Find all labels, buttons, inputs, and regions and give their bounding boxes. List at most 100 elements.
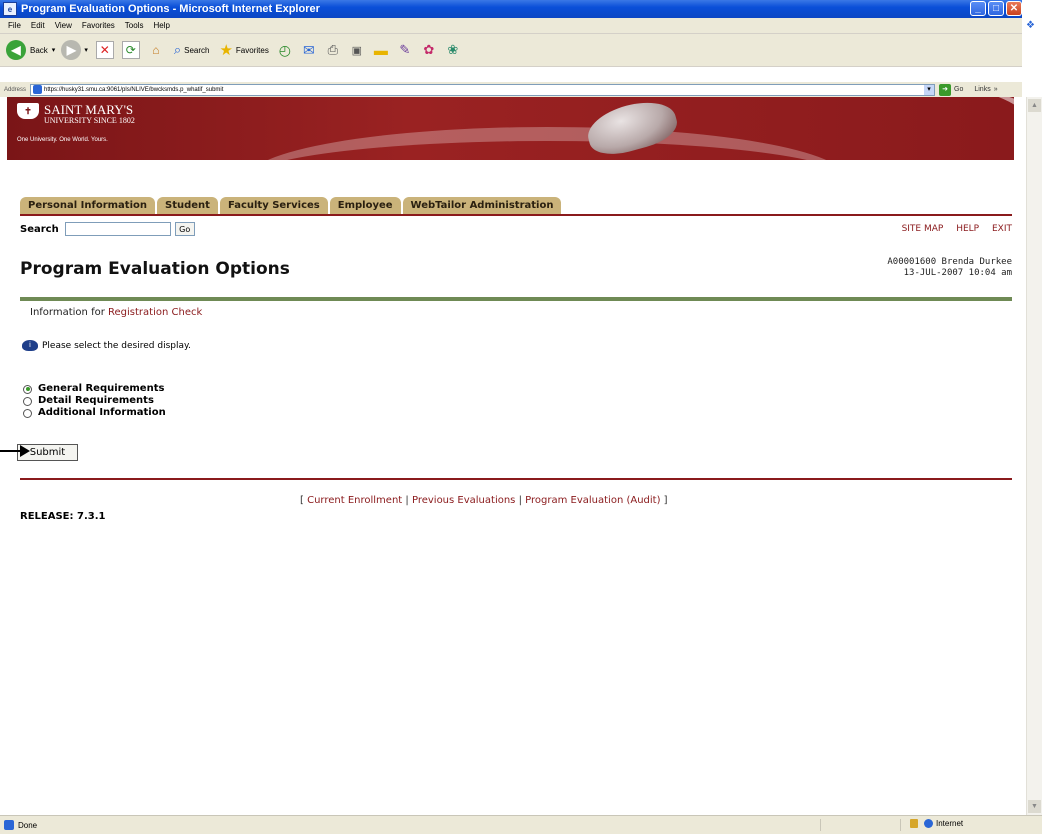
page-done-icon [4,820,14,830]
go-area: ➜ Go Links » [939,83,998,96]
option-general-requirements[interactable]: General Requirements [23,383,166,395]
maximize-button[interactable]: □ [988,1,1004,16]
tab-webtailor-administration[interactable]: WebTailor Administration [402,197,562,214]
research-icon[interactable]: ✎ [397,42,413,58]
stop-icon[interactable]: ✕ [95,41,114,59]
window-titlebar: e Program Evaluation Options - Microsoft… [0,0,1022,18]
tab-employee[interactable]: Employee [329,197,401,214]
minimize-button[interactable]: _ [970,1,986,16]
info-line: Information for Registration Check [30,307,202,318]
mail-icon[interactable]: ✉ [301,42,317,58]
search-go-button[interactable]: Go [174,222,195,236]
tab-faculty-services[interactable]: Faculty Services [219,197,328,214]
header-banner: ✝ SAINT MARY'S UNIVERSITY SINCE 1802 One… [7,97,1014,160]
address-label: Address [4,86,27,93]
logo-name: SAINT MARY'S [44,102,134,117]
favorites-button[interactable]: ★ Favorites [219,41,268,59]
pointer-arrow-icon [20,445,30,457]
favorites-label: Favorites [235,45,269,55]
logo-subtitle: UNIVERSITY SINCE 1802 [44,116,135,125]
back-label: Back [30,45,48,55]
ie-icon: e [3,2,17,16]
links-chevron-icon[interactable]: » [994,86,998,93]
search-button[interactable]: ⌕ Search [174,42,210,58]
page-icon [33,85,43,94]
option-additional-information[interactable]: Additional Information [23,407,166,419]
menu-favorites[interactable]: Favorites [82,21,115,30]
favorites-star-icon: ★ [219,42,233,59]
current-enrollment-link[interactable]: Current Enrollment [307,495,402,506]
menu-bar: File Edit View Favorites Tools Help [0,18,1022,34]
menu-tools[interactable]: Tools [125,21,144,30]
release-version: RELEASE: 7.3.1 [20,511,106,522]
tab-personal-information[interactable]: Personal Information [20,197,155,214]
address-url: https://husky31.smu.ca:9061/pls/NLIVE/bw… [44,86,224,93]
extra-icon[interactable]: ❀ [445,42,461,58]
address-input[interactable]: https://husky31.smu.ca:9061/pls/NLIVE/bw… [30,83,936,96]
go-button[interactable]: Go [954,86,963,93]
search-input[interactable] [64,222,171,236]
previous-evaluations-link[interactable]: Previous Evaluations [412,495,515,506]
site-map-link[interactable]: SITE MAP [902,224,944,234]
status-text: Done [18,820,38,830]
address-dropdown-icon[interactable]: ▾ [924,84,935,95]
print-icon[interactable]: ⎙ [325,42,341,58]
registration-check-link[interactable]: Registration Check [108,307,202,318]
links-button[interactable]: Links [974,86,990,93]
menu-edit[interactable]: Edit [31,21,45,30]
radio-additional-information[interactable] [23,408,32,418]
scroll-up-icon[interactable]: ▲ [1028,99,1041,112]
title-divider [20,297,1012,301]
status-bar: Done Internet [0,815,1042,834]
go-arrow-icon[interactable]: ➜ [939,83,952,96]
forward-button[interactable]: ▶ ▾ [61,40,88,60]
option-label: Additional Information [38,407,166,418]
tab-student[interactable]: Student [157,197,218,214]
help-link[interactable]: HELP [956,224,979,234]
forward-icon: ▶ [61,40,82,60]
windows-logo-icon: ❖ [1026,20,1035,31]
page-title: Program Evaluation Options [20,259,290,279]
university-logo[interactable]: ✝ SAINT MARY'S UNIVERSITY SINCE 1802 [17,103,135,125]
info-note: i Please select the desired display. [22,340,191,351]
back-dropdown-icon[interactable]: ▾ [52,46,56,54]
tab-divider [20,214,1012,216]
close-button[interactable]: ✕ [1006,1,1022,16]
menu-file[interactable]: File [8,21,21,30]
address-bar: Address https://husky31.smu.ca:9061/pls/… [0,82,1022,97]
info-icon: i [22,340,38,351]
menu-view[interactable]: View [55,21,72,30]
refresh-icon[interactable]: ⟳ [121,41,140,59]
option-detail-requirements[interactable]: Detail Requirements [23,395,166,407]
scroll-down-icon[interactable]: ▼ [1028,800,1041,813]
pointer-arrow-line [0,450,22,452]
radio-general-requirements[interactable] [23,384,32,394]
globe-icon [924,819,933,828]
crest-icon: ✝ [17,103,39,119]
radio-detail-requirements[interactable] [23,396,32,406]
history-icon[interactable]: ◴ [277,42,293,58]
banner-arc [827,97,1014,160]
forward-dropdown-icon[interactable]: ▾ [84,46,88,54]
edit-icon[interactable]: ▣ [349,42,365,58]
vertical-scrollbar[interactable]: ▲ ▼ [1026,97,1042,815]
status-divider [900,819,901,831]
back-button[interactable]: ◀ Back ▾ [6,40,55,60]
lock-icon [910,819,918,828]
banner-swoosh [247,127,847,160]
status-divider [820,819,821,831]
browser-toolbar: ◀ Back ▾ ▶ ▾ ✕ ⟳ ⌂ ⌕ Search ★ Favorites … [0,34,1022,67]
top-links: SITE MAP HELP EXIT [892,224,1012,234]
home-icon[interactable]: ⌂ [148,42,164,58]
folder-icon[interactable]: ▬ [373,42,389,58]
security-zone: Internet [910,819,963,828]
messenger-icon[interactable]: ✿ [421,42,437,58]
program-evaluation-audit-link[interactable]: Program Evaluation (Audit) [525,495,660,506]
exit-link[interactable]: EXIT [992,224,1012,234]
footer-links: [ Current Enrollment | Previous Evaluati… [300,495,668,506]
menu-help[interactable]: Help [153,21,169,30]
user-info: A00001600 Brenda Durkee 13-JUL-2007 10:0… [887,257,1012,279]
zone-text: Internet [936,819,964,828]
window-title: Program Evaluation Options - Microsoft I… [21,3,320,15]
search-row: Search Go SITE MAP HELP EXIT [20,220,1012,238]
